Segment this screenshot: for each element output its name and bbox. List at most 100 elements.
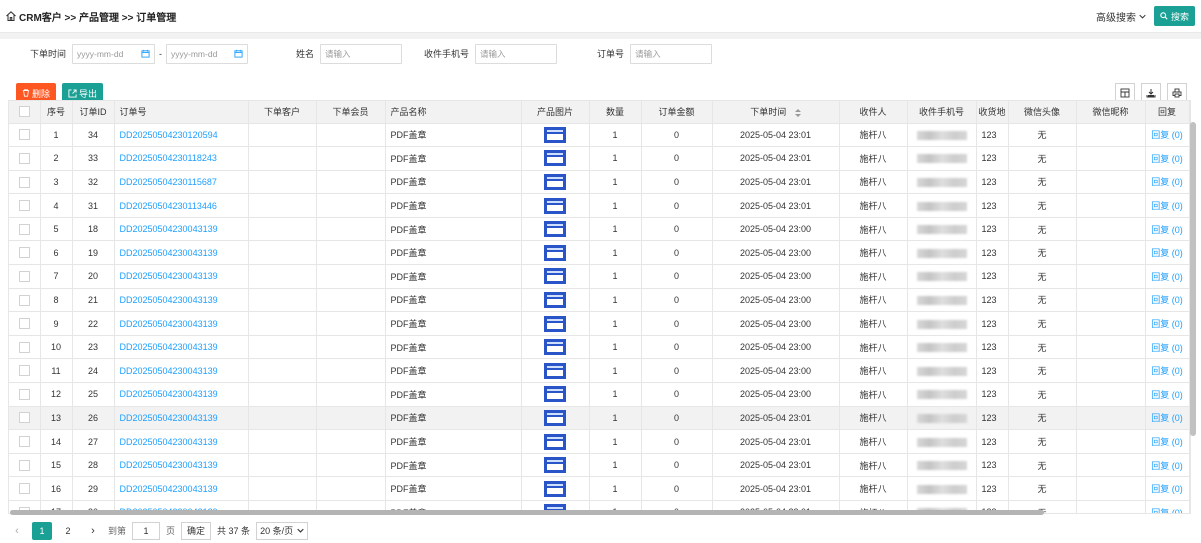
table-row[interactable]: 10 23 DD20250504230043139 PDF盖章 1 0 2025-05-04… xyxy=(9,335,1190,360)
reply-link[interactable]: 回复 (0) xyxy=(1145,429,1190,454)
home-icon[interactable] xyxy=(5,10,17,22)
order-no-link[interactable]: DD20250504230043139 xyxy=(114,288,249,313)
reply-link[interactable]: 回复 (0) xyxy=(1145,382,1190,407)
product-thumbnail[interactable] xyxy=(544,409,566,426)
product-thumbnail[interactable] xyxy=(544,386,566,403)
row-checkbox-cell[interactable] xyxy=(9,476,41,501)
product-thumbnail[interactable] xyxy=(544,480,566,497)
reply-link[interactable]: 回复 (0) xyxy=(1145,264,1190,289)
order-no-link[interactable]: DD20250504230043139 xyxy=(114,406,249,431)
row-checkbox[interactable] xyxy=(18,459,30,471)
phone-input[interactable]: 请输入 xyxy=(475,43,558,64)
product-thumbnail[interactable] xyxy=(544,150,566,167)
order-no-link[interactable]: DD20250504230115687 xyxy=(114,170,249,195)
table-row[interactable]: 15 28 DD20250504230043139 PDF盖章 1 0 2025-05-04… xyxy=(9,453,1190,478)
row-checkbox-cell[interactable] xyxy=(9,453,41,478)
row-checkbox-cell[interactable] xyxy=(9,382,41,407)
order-no-link[interactable]: DD20250504230120594 xyxy=(114,123,249,148)
row-checkbox[interactable] xyxy=(18,294,30,306)
order-no-link[interactable]: DD20250504230043139 xyxy=(114,453,249,478)
row-checkbox[interactable] xyxy=(18,365,30,377)
product-thumbnail[interactable] xyxy=(544,362,566,379)
reply-link[interactable]: 回复 (0) xyxy=(1145,146,1190,171)
order-no-link[interactable]: DD20250504230043139 xyxy=(114,358,249,384)
page-size-select[interactable]: 20 条/页 xyxy=(256,521,309,540)
reply-link[interactable]: 回复 (0) xyxy=(1145,476,1190,501)
reply-link[interactable]: 回复 (0) xyxy=(1145,335,1190,360)
table-row[interactable]: 2 33 DD20250504230118243 PDF盖章 1 0 2025-05-04 … xyxy=(9,146,1190,171)
order-no-link[interactable]: DD20250504230043139 xyxy=(114,240,249,266)
search-button[interactable]: 搜索 xyxy=(1153,6,1195,26)
row-checkbox[interactable] xyxy=(18,270,30,282)
end-date-input[interactable]: yyyy-mm-dd xyxy=(166,43,249,64)
row-checkbox[interactable] xyxy=(18,388,30,400)
reply-link[interactable]: 回复 (0) xyxy=(1145,240,1190,266)
row-checkbox[interactable] xyxy=(18,436,30,448)
row-checkbox-cell[interactable] xyxy=(9,288,41,313)
reply-link[interactable]: 回复 (0) xyxy=(1145,406,1190,431)
row-checkbox-cell[interactable] xyxy=(9,240,41,266)
prev-page-button[interactable]: ‹ xyxy=(8,522,26,540)
vertical-scrollbar[interactable] xyxy=(1190,122,1196,436)
row-checkbox-cell[interactable] xyxy=(9,146,41,171)
table-row[interactable]: 7 20 DD20250504230043139 PDF盖章 1 0 2025-05-04 … xyxy=(9,264,1190,289)
order-no-link[interactable]: DD20250504230113446 xyxy=(114,193,249,218)
reply-link[interactable]: 回复 (0) xyxy=(1145,500,1190,513)
row-checkbox-cell[interactable] xyxy=(9,406,41,431)
row-checkbox-cell[interactable] xyxy=(9,193,41,218)
row-checkbox-cell[interactable] xyxy=(9,170,41,195)
table-row[interactable]: 9 22 DD20250504230043139 PDF盖章 1 0 2025-05-04 … xyxy=(9,311,1190,336)
table-row[interactable]: 5 18 DD20250504230043139 PDF盖章 1 0 2025-05-04 … xyxy=(9,217,1190,242)
row-checkbox[interactable] xyxy=(18,412,30,424)
row-checkbox-cell[interactable] xyxy=(9,358,41,384)
order-no-link[interactable]: DD20250504230118243 xyxy=(114,146,249,171)
table-row[interactable]: 13 26 DD20250504230043139 PDF盖章 1 0 2025-05-04… xyxy=(9,406,1190,431)
row-checkbox[interactable] xyxy=(18,176,30,188)
select-all-checkbox-cell[interactable] xyxy=(9,101,41,124)
row-checkbox[interactable] xyxy=(18,129,30,141)
row-checkbox[interactable] xyxy=(18,152,30,164)
reply-link[interactable]: 回复 (0) xyxy=(1145,170,1190,195)
reply-link[interactable]: 回复 (0) xyxy=(1145,217,1190,242)
product-thumbnail[interactable] xyxy=(544,457,566,474)
product-thumbnail[interactable] xyxy=(544,197,566,214)
row-checkbox[interactable] xyxy=(18,200,30,212)
order-no-link[interactable]: DD20250504230043139 xyxy=(114,429,249,454)
product-thumbnail[interactable] xyxy=(544,291,566,308)
row-checkbox[interactable] xyxy=(18,247,30,259)
reply-link[interactable]: 回复 (0) xyxy=(1145,358,1190,384)
horizontal-scrollbar[interactable] xyxy=(10,510,1044,515)
row-checkbox[interactable] xyxy=(18,483,30,495)
row-checkbox-cell[interactable] xyxy=(9,335,41,360)
table-row[interactable]: 11 24 DD20250504230043139 PDF盖章 1 0 2025-05-04… xyxy=(9,358,1190,384)
table-row[interactable]: 4 31 DD20250504230113446 PDF盖章 1 0 2025-05-04 … xyxy=(9,193,1190,218)
reply-link[interactable]: 回复 (0) xyxy=(1145,123,1190,148)
table-row[interactable]: 6 19 DD20250504230043139 PDF盖章 1 0 2025-05-04 … xyxy=(9,240,1190,266)
order-no-link[interactable]: DD20250504230043139 xyxy=(114,264,249,289)
product-thumbnail[interactable] xyxy=(544,126,566,143)
table-row[interactable]: 8 21 DD20250504230043139 PDF盖章 1 0 2025-05-04 … xyxy=(9,288,1190,313)
page-jump-input[interactable]: 1 xyxy=(132,521,161,540)
order-no-link[interactable]: DD20250504230043139 xyxy=(114,335,249,360)
product-thumbnail[interactable] xyxy=(544,433,566,450)
product-thumbnail[interactable] xyxy=(544,244,566,261)
select-all-checkbox[interactable] xyxy=(18,106,30,118)
reply-link[interactable]: 回复 (0) xyxy=(1145,288,1190,313)
row-checkbox[interactable] xyxy=(18,341,30,353)
product-thumbnail[interactable] xyxy=(544,221,566,238)
page-2-button[interactable]: 2 xyxy=(58,522,78,540)
confirm-page-button[interactable]: 确定 xyxy=(181,521,212,540)
table-row[interactable]: 1 34 DD20250504230120594 PDF盖章 1 0 2025-05-04 … xyxy=(9,123,1190,148)
page-1-button[interactable]: 1 xyxy=(32,521,52,540)
table-row[interactable]: 3 32 DD20250504230115687 PDF盖章 1 0 2025-05-04 … xyxy=(9,170,1190,195)
next-page-button[interactable]: › xyxy=(84,522,102,540)
row-checkbox[interactable] xyxy=(18,223,30,235)
product-thumbnail[interactable] xyxy=(544,268,566,285)
product-thumbnail[interactable] xyxy=(544,173,566,190)
row-checkbox-cell[interactable] xyxy=(9,264,41,289)
order-no-link[interactable]: DD20250504230043139 xyxy=(114,217,249,242)
table-row[interactable]: 16 29 DD20250504230043139 PDF盖章 1 0 2025-05-04… xyxy=(9,476,1190,501)
reply-link[interactable]: 回复 (0) xyxy=(1145,193,1190,218)
col-header-sortable[interactable]: 下单时间 xyxy=(712,101,840,124)
reply-link[interactable]: 回复 (0) xyxy=(1145,311,1190,336)
